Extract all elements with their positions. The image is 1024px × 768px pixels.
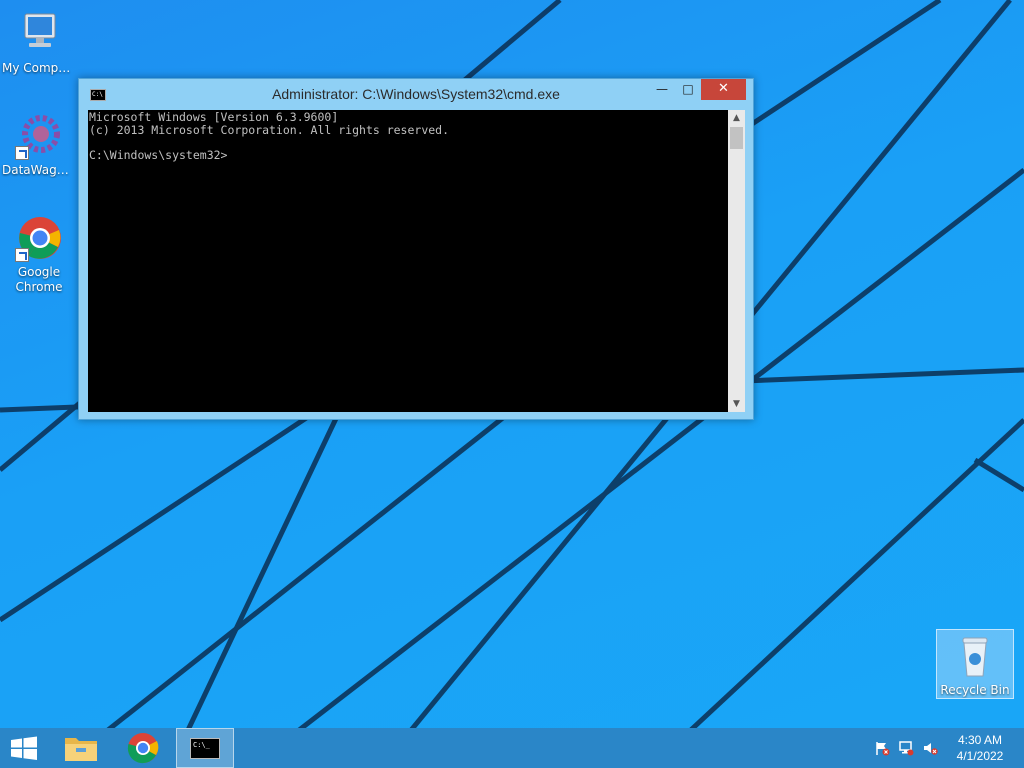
computer-icon [15,10,63,58]
taskbar-cmd[interactable]: C:\_ [176,728,234,768]
taskbar-chrome[interactable] [116,728,170,768]
chrome-icon [127,733,159,764]
minimize-button[interactable]: — [649,79,675,100]
windows-logo-icon [11,736,37,760]
desktop-icon-label: My Computer [2,61,78,75]
gear-logo-icon [15,112,63,160]
clock-date: 4/1/2022 [956,749,1004,763]
desktop-icon-label: Recycle Bin [940,683,1010,697]
cmd-window[interactable]: C:\ Administrator: C:\Windows\System32\c… [78,78,754,420]
console-area[interactable]: Microsoft Windows [Version 6.3.9600] (c)… [88,110,745,412]
title-bar[interactable]: C:\ Administrator: C:\Windows\System32\c… [79,79,753,109]
network-icon[interactable] [898,740,914,756]
maximize-button[interactable]: □ [675,79,701,100]
cmd-icon: C:\_ [190,738,220,759]
recycle-bin-icon [951,632,999,680]
scroll-down-arrow-icon[interactable]: ▼ [728,396,745,412]
console-output: Microsoft Windows [Version 6.3.9600] (c)… [89,110,450,162]
taskbar-file-explorer[interactable] [56,728,106,768]
clock-time: 4:30 AM [957,733,1003,747]
shortcut-arrow-icon [15,146,29,160]
vertical-scrollbar[interactable]: ▲ ▼ [728,110,745,412]
clock[interactable]: 4:30 AM 4/1/2022 [944,732,1016,764]
start-button[interactable] [0,728,48,768]
action-center-flag-icon[interactable] [874,740,890,756]
close-button[interactable]: ✕ [701,79,746,100]
taskbar: C:\_ 4:30 AM 4/1/2022 [0,728,1024,768]
desktop-icon-datawagon[interactable]: DataWagon... [0,112,78,178]
desktop-icon-label: Google Chrome [15,265,63,294]
chrome-icon [15,214,63,262]
desktop-icon-my-computer[interactable]: My Computer [0,10,78,76]
desktop-icon-google-chrome[interactable]: Google Chrome [0,214,78,295]
desktop-icon-label: DataWagon... [2,163,78,177]
volume-muted-icon[interactable] [922,740,938,756]
desktop[interactable]: My Computer DataWagon... Google Chrome R… [0,0,1024,768]
system-tray: 4:30 AM 4/1/2022 [866,728,1024,768]
file-explorer-icon [65,738,97,761]
scroll-thumb[interactable] [730,127,743,149]
desktop-icon-recycle-bin[interactable]: Recycle Bin [936,629,1014,699]
scroll-up-arrow-icon[interactable]: ▲ [728,110,745,126]
shortcut-arrow-icon [15,248,29,262]
